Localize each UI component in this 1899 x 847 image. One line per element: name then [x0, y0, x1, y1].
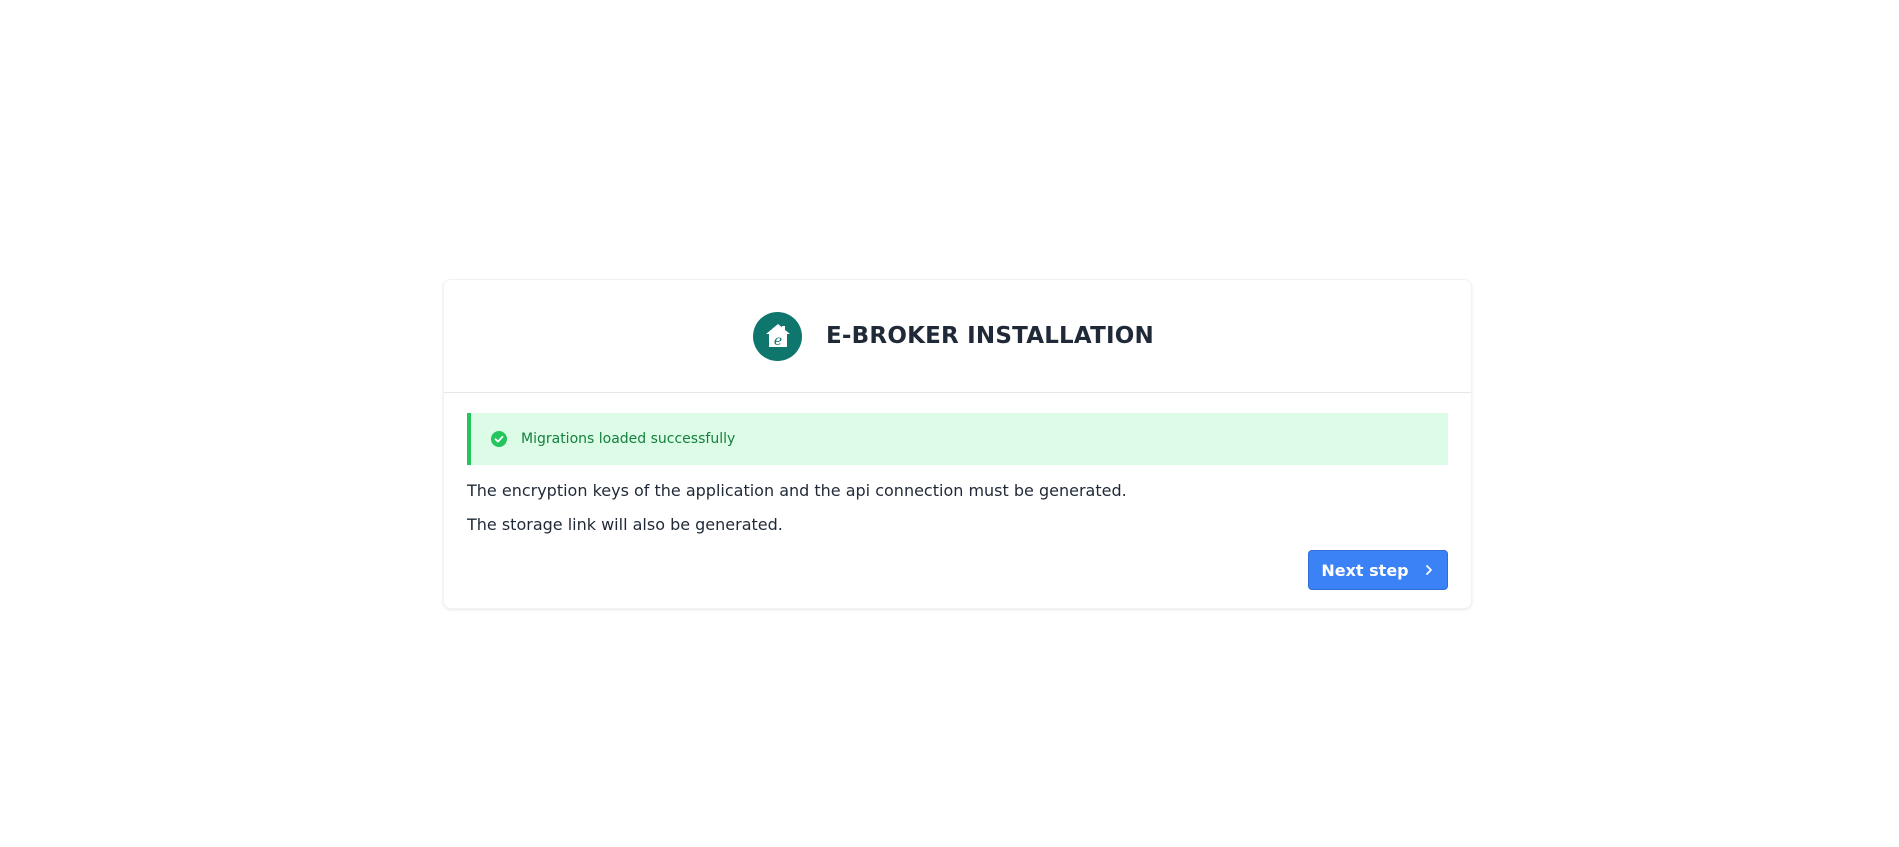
actions-row: Next step [467, 550, 1448, 590]
logo-letter: e [773, 333, 781, 349]
installation-card: e E-BROKER INSTALLATION Migrations loade… [443, 279, 1472, 609]
alert-message: Migrations loaded successfully [521, 431, 736, 447]
chevron-right-icon [1423, 564, 1435, 576]
storage-link-text: The storage link will also be generated. [467, 515, 783, 534]
encryption-keys-text: The encryption keys of the application a… [467, 481, 1127, 500]
card-header: e E-BROKER INSTALLATION [444, 280, 1471, 393]
check-circle-icon [491, 431, 507, 447]
card-body: Migrations loaded successfully The encry… [444, 393, 1471, 590]
page-title: E-BROKER INSTALLATION [826, 323, 1154, 349]
house-e-logo-icon: e [753, 311, 803, 361]
success-alert: Migrations loaded successfully [467, 413, 1448, 465]
next-step-label: Next step [1321, 560, 1409, 580]
next-step-button[interactable]: Next step [1308, 550, 1448, 590]
